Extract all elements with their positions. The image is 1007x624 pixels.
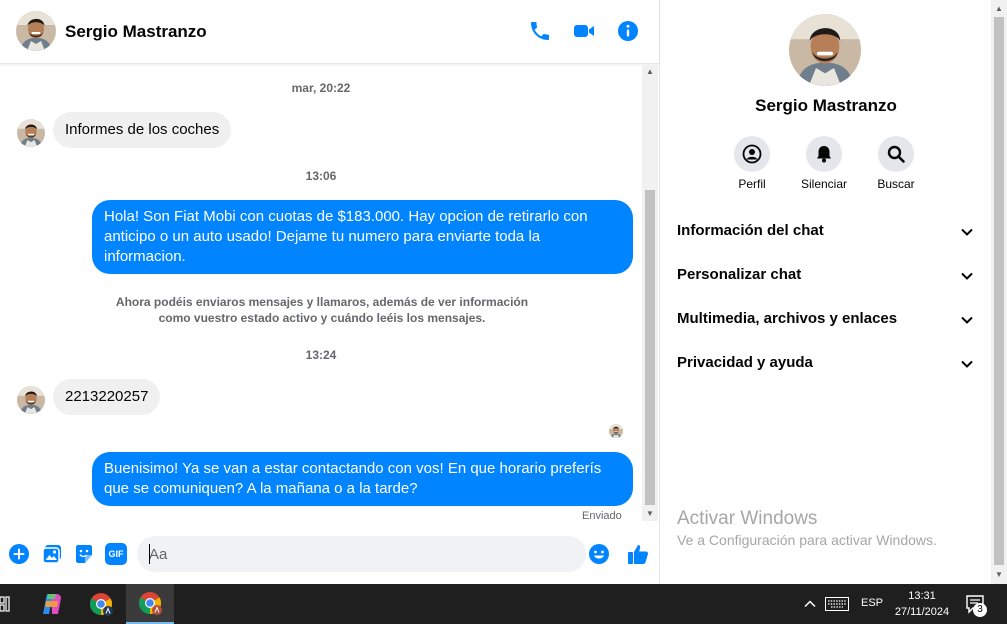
phone-call-icon[interactable] bbox=[528, 19, 552, 43]
chat-scrollbar[interactable]: ▲ ▼ bbox=[642, 65, 658, 521]
keyboard-icon[interactable] bbox=[825, 597, 849, 611]
windows-activation-title: Activar Windows bbox=[677, 508, 818, 529]
text-cursor bbox=[149, 544, 150, 564]
notification-count-badge: 3 bbox=[973, 603, 987, 617]
message-input[interactable] bbox=[149, 536, 579, 572]
mute-button[interactable]: Silenciar bbox=[784, 136, 864, 191]
clock-date: 27/11/2024 bbox=[894, 606, 950, 618]
chevron-down-icon bbox=[961, 272, 973, 280]
search-button[interactable]: Buscar bbox=[856, 136, 936, 191]
message-list: mar, 20:22 Informes de los coches 13:06 … bbox=[0, 65, 642, 526]
section-label: Multimedia, archivos y enlaces bbox=[677, 310, 898, 327]
message-timestamp: 13:24 bbox=[305, 348, 337, 362]
gif-button[interactable]: GIF bbox=[105, 543, 127, 565]
scroll-down-arrow[interactable]: ▼ bbox=[991, 568, 1007, 582]
profile-name: Sergio Mastranzo bbox=[755, 96, 897, 115]
section-chat-info[interactable]: Información del chat bbox=[669, 210, 983, 254]
bell-icon bbox=[817, 146, 831, 163]
scroll-down-arrow[interactable]: ▼ bbox=[642, 507, 658, 521]
message-timestamp: 13:06 bbox=[305, 169, 337, 183]
chevron-down-icon bbox=[961, 360, 973, 368]
contact-avatar[interactable] bbox=[16, 11, 56, 51]
copilot-icon bbox=[43, 594, 61, 614]
page-scrollbar[interactable]: ▲ ▼ bbox=[991, 0, 1007, 584]
chevron-up-icon[interactable] bbox=[803, 597, 817, 611]
like-thumbs-up-icon[interactable] bbox=[626, 542, 650, 566]
section-label: Información del chat bbox=[677, 222, 824, 239]
photo-gallery-icon[interactable] bbox=[41, 543, 63, 565]
delivery-status: Enviado bbox=[582, 510, 622, 522]
gif-label: GIF bbox=[108, 549, 124, 559]
section-customize-chat[interactable]: Personalizar chat bbox=[669, 254, 983, 298]
contact-name[interactable]: Sergio Mastranzo bbox=[65, 22, 207, 42]
section-label: Personalizar chat bbox=[677, 266, 802, 283]
message-composer: GIF bbox=[0, 526, 659, 584]
section-label: Privacidad y ayuda bbox=[677, 354, 813, 371]
incoming-message[interactable]: Informes de los coches bbox=[53, 112, 232, 148]
search-label: Buscar bbox=[877, 177, 915, 191]
incoming-message[interactable]: 2213220257 bbox=[53, 379, 161, 415]
chat-pane: Sergio Mastranzo mar, 20:22 Informes de … bbox=[0, 0, 660, 584]
emoji-icon[interactable] bbox=[588, 543, 610, 565]
page-scroll-thumb[interactable] bbox=[994, 17, 1004, 565]
chevron-down-icon bbox=[961, 316, 973, 324]
task-view-icon[interactable] bbox=[0, 596, 10, 612]
chrome-icon bbox=[90, 593, 113, 616]
message-timestamp: mar, 20:22 bbox=[291, 81, 351, 95]
seen-indicator-avatar bbox=[609, 424, 623, 438]
windows-taskbar: ESP 13:31 27/11/2024 3 bbox=[0, 584, 1007, 624]
windows-activation-subtitle: Ve a Configuración para activar Windows. bbox=[677, 532, 937, 548]
scroll-up-arrow[interactable]: ▲ bbox=[991, 2, 1007, 16]
mute-label: Silenciar bbox=[800, 177, 848, 191]
outgoing-message[interactable]: Buenisimo! Ya se van a estar contactando… bbox=[92, 452, 633, 506]
clock-time: 13:31 bbox=[908, 590, 936, 602]
message-input-container[interactable] bbox=[137, 536, 609, 572]
sender-avatar bbox=[17, 119, 45, 147]
system-clock[interactable]: 13:31 27/11/2024 bbox=[884, 588, 960, 620]
sticker-icon[interactable] bbox=[73, 543, 95, 565]
taskbar-chrome[interactable] bbox=[77, 584, 125, 624]
system-notice: Ahora podéis enviaros mensajes y llamaro… bbox=[115, 295, 529, 325]
info-icon[interactable] bbox=[616, 19, 640, 43]
chat-scroll-thumb[interactable] bbox=[645, 190, 655, 505]
video-call-icon[interactable] bbox=[572, 19, 596, 43]
search-icon bbox=[887, 145, 905, 163]
chrome-icon bbox=[139, 592, 162, 615]
profile-avatar[interactable] bbox=[789, 14, 861, 86]
chevron-down-icon bbox=[961, 228, 973, 236]
section-media-files-links[interactable]: Multimedia, archivos y enlaces bbox=[669, 298, 983, 342]
plus-icon[interactable] bbox=[8, 543, 30, 565]
profile-icon bbox=[742, 144, 762, 164]
sender-avatar bbox=[17, 386, 45, 414]
language-indicator[interactable]: ESP bbox=[861, 597, 883, 609]
profile-button[interactable]: Perfil bbox=[712, 136, 792, 191]
profile-label: Perfil bbox=[738, 177, 766, 191]
taskbar-copilot[interactable] bbox=[28, 584, 76, 624]
conversation-info-panel: Sergio Mastranzo Perfil Silenciar Buscar… bbox=[661, 0, 991, 584]
outgoing-message[interactable]: Hola! Son Fiat Mobi con cuotas de $183.0… bbox=[92, 200, 633, 274]
section-privacy-help[interactable]: Privacidad y ayuda bbox=[669, 342, 983, 386]
scroll-up-arrow[interactable]: ▲ bbox=[642, 65, 658, 79]
messenger-window: Sergio Mastranzo mar, 20:22 Informes de … bbox=[0, 0, 1007, 584]
chat-header: Sergio Mastranzo bbox=[0, 0, 659, 64]
taskbar-chrome-active[interactable] bbox=[126, 584, 174, 624]
